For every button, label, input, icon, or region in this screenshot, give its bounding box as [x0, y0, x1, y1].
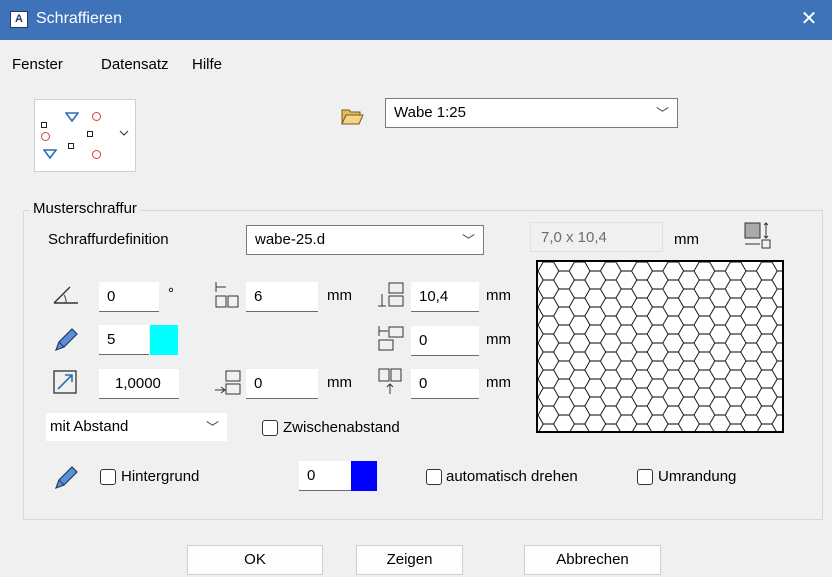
ok-button[interactable]: OK: [187, 545, 323, 575]
circle-icon: [41, 132, 50, 141]
background-color-swatch[interactable]: [351, 461, 377, 491]
definition-value: wabe-25.d: [255, 231, 326, 248]
cancel-button[interactable]: Abbrechen: [524, 545, 661, 575]
zwischenabstand-label: Zwischenabstand: [283, 419, 400, 436]
menu-hilfe[interactable]: Hilfe: [192, 56, 222, 73]
symbol-picker[interactable]: [34, 99, 136, 172]
scale-icon: [53, 370, 77, 394]
pattern-size-field: 7,0 x 10,4: [530, 222, 663, 252]
folder-open-icon[interactable]: [340, 106, 364, 126]
angle-icon: [53, 286, 78, 304]
spacing-y-input[interactable]: 0: [411, 369, 479, 399]
angle-input[interactable]: 0: [99, 282, 159, 312]
chevron-down-icon: ﹀: [205, 420, 219, 435]
square-icon: [41, 122, 47, 128]
zwischenabstand-checkbox[interactable]: [262, 420, 278, 436]
height-unit: mm: [486, 287, 511, 304]
pattern-preview: [536, 260, 784, 433]
height-icon: [378, 282, 404, 307]
offset-input[interactable]: 0: [246, 369, 318, 399]
background-color-input[interactable]: 0: [299, 461, 351, 491]
chevron-down-icon: [119, 130, 129, 136]
definition-dropdown[interactable]: wabe-25.d ﹀: [246, 225, 484, 255]
auto-rotate-label: automatisch drehen: [446, 468, 578, 485]
spacing-x-input[interactable]: 0: [411, 326, 479, 356]
pen-input[interactable]: 5: [99, 325, 149, 355]
triangle-down-icon: [65, 112, 79, 122]
size-unit: mm: [674, 231, 699, 248]
offset-unit: mm: [327, 374, 352, 391]
width-icon: [215, 282, 239, 308]
spacing-y-icon: [378, 368, 402, 394]
border-label: Umrandung: [658, 468, 737, 485]
size-tool-icon[interactable]: [742, 220, 776, 250]
spacing-y-unit: mm: [486, 374, 511, 391]
circle-icon: [92, 112, 101, 121]
preset-value: Wabe 1:25: [394, 104, 466, 121]
menu-fenster[interactable]: Fenster: [12, 56, 63, 73]
circle-icon: [92, 150, 101, 159]
preset-dropdown[interactable]: Wabe 1:25 ﹀: [385, 98, 678, 128]
auto-rotate-checkbox[interactable]: [426, 469, 442, 485]
window-border: [0, 40, 8, 577]
close-button[interactable]: ✕: [786, 0, 832, 40]
spacing-mode-dropdown[interactable]: mit Abstand ﹀: [45, 412, 228, 442]
spacing-x-unit: mm: [486, 331, 511, 348]
offset-icon: [215, 370, 241, 395]
square-icon: [68, 143, 74, 149]
definition-label: Schraffurdefinition: [48, 231, 169, 248]
pen-icon: [54, 466, 78, 490]
width-input[interactable]: 6: [246, 282, 318, 312]
scale-input[interactable]: 1,0000: [99, 369, 179, 399]
triangle-down-icon: [43, 149, 57, 159]
show-button[interactable]: Zeigen: [356, 545, 463, 575]
height-input[interactable]: 10,4: [411, 282, 479, 312]
pen-icon: [54, 328, 78, 352]
title-bar: A Schraffieren ✕: [0, 0, 832, 40]
menu-bar: Fenster Datensatz Hilfe: [8, 40, 832, 88]
honeycomb-pattern: [538, 262, 782, 431]
chevron-down-icon: ﹀: [461, 233, 475, 248]
pen-color-swatch[interactable]: [150, 325, 178, 355]
border-checkbox[interactable]: [637, 469, 653, 485]
hintergrund-label: Hintergrund: [121, 468, 200, 485]
group-title: Musterschraffur: [30, 200, 140, 217]
spacing-x-icon: [378, 326, 404, 351]
square-icon: [87, 131, 93, 137]
hintergrund-checkbox[interactable]: [100, 469, 116, 485]
angle-unit: °: [168, 285, 174, 302]
chevron-down-icon: ﹀: [655, 106, 669, 121]
width-unit: mm: [327, 287, 352, 304]
spacing-mode-value: mit Abstand: [50, 418, 129, 435]
menu-datensatz[interactable]: Datensatz: [101, 56, 169, 73]
window-title: Schraffieren: [36, 10, 122, 27]
app-icon: A: [10, 11, 28, 28]
